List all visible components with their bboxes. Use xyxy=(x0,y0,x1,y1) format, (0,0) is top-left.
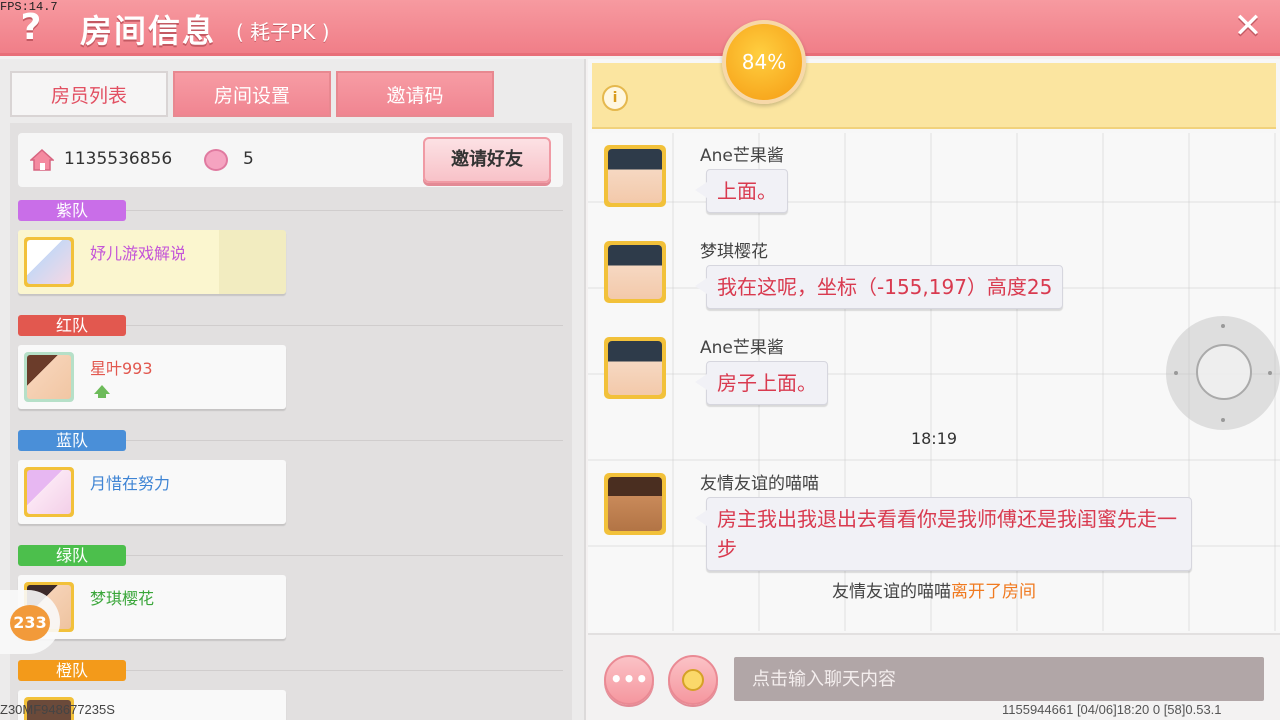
member-card[interactable]: 星叶993 xyxy=(18,345,286,409)
more-button[interactable]: ••• xyxy=(604,655,654,705)
close-button[interactable]: ✕ xyxy=(1230,8,1266,44)
member-name: 梦琪樱花 xyxy=(90,589,155,608)
message-sender: Ane芒果酱 xyxy=(700,146,784,166)
header-bar: ? 房间信息 ( 耗子PK ) ✕ xyxy=(0,0,1280,56)
player-count: 5 xyxy=(243,149,254,169)
avatar[interactable] xyxy=(604,473,666,535)
avatar xyxy=(24,352,74,402)
progress-badge: 84% xyxy=(722,20,806,104)
team-label-green: 绿队 xyxy=(18,545,126,566)
avatar xyxy=(24,467,74,517)
avatar[interactable] xyxy=(604,337,666,399)
joystick-control[interactable] xyxy=(1166,316,1280,430)
member-name: 妤儿游戏解说 xyxy=(90,244,187,263)
team-label-blue: 蓝队 xyxy=(18,430,126,451)
joystick-dot xyxy=(1221,418,1225,422)
room-id: 1135536856 xyxy=(64,149,173,169)
system-message-action: 离开了房间 xyxy=(951,582,1036,602)
joystick-dot xyxy=(1174,371,1178,375)
member-card[interactable]: 妤儿游戏解说 xyxy=(18,230,286,294)
divider xyxy=(126,670,563,671)
badge-count: 233 xyxy=(10,605,50,641)
info-icon[interactable]: i xyxy=(602,85,628,111)
room-mode-subtitle: ( 耗子PK ) xyxy=(236,20,330,44)
joystick-dot xyxy=(1268,371,1272,375)
team-label-orange: 橙队 xyxy=(18,660,126,681)
device-code: Z30MF948677235S xyxy=(0,702,115,717)
joystick-knob[interactable] xyxy=(1196,344,1252,400)
team-label-purple: 紫队 xyxy=(18,200,126,221)
chat-input[interactable] xyxy=(734,657,1264,701)
joystick-dot xyxy=(1221,324,1225,328)
players-icon xyxy=(204,149,228,171)
message-bubble: 房子上面。 xyxy=(695,361,828,405)
house-icon xyxy=(30,149,54,171)
system-message-user: 友情友谊的喵喵 xyxy=(832,582,951,602)
tab-invite-code[interactable]: 邀请码 xyxy=(336,71,494,117)
avatar xyxy=(24,237,74,287)
emoji-button[interactable] xyxy=(668,655,718,705)
member-panel: 房员列表 房间设置 邀请码 1135536856 5 邀请好友 紫队 妤儿游戏解… xyxy=(0,59,586,720)
tab-room-settings[interactable]: 房间设置 xyxy=(173,71,331,117)
tab-member-list[interactable]: 房员列表 xyxy=(10,71,168,117)
message-sender: 友情友谊的喵喵 xyxy=(700,474,819,494)
member-card[interactable]: 月惜在努力 xyxy=(18,460,286,524)
message-sender: Ane芒果酱 xyxy=(700,338,784,358)
invite-friend-button[interactable]: 邀请好友 xyxy=(423,137,551,183)
member-name: 月惜在努力 xyxy=(90,474,171,493)
message-bubble: 上面。 xyxy=(695,169,788,213)
footer-info: 1155944661 [04/06]18:20 0 [58]0.53.1 xyxy=(1002,702,1222,717)
divider xyxy=(126,555,563,556)
page-title: 房间信息 xyxy=(80,12,217,50)
avatar[interactable] xyxy=(604,241,666,303)
divider xyxy=(126,325,563,326)
divider xyxy=(126,440,563,441)
message-bubble: 房主我出我退出去看看你是我师傅还是我闺蜜先走一步 xyxy=(695,497,1192,571)
notice-bar: i xyxy=(592,63,1276,129)
house-owner-icon xyxy=(94,385,110,398)
fps-counter: FPS:14.7 xyxy=(0,0,58,14)
divider xyxy=(126,210,563,211)
room-info-bar: 1135536856 5 邀请好友 xyxy=(18,133,563,187)
emoji-icon xyxy=(682,669,704,691)
help-button[interactable]: ? xyxy=(12,8,50,48)
team-label-red: 红队 xyxy=(18,315,126,336)
avatar[interactable] xyxy=(604,145,666,207)
message-bubble: 我在这呢，坐标（-155,197）高度25 xyxy=(694,265,1064,309)
message-sender: 梦琪樱花 xyxy=(700,242,768,262)
member-name: 星叶993 xyxy=(90,359,153,378)
member-list[interactable]: 1135536856 5 邀请好友 紫队 妤儿游戏解说 红队 星叶993 蓝队 xyxy=(10,123,572,720)
system-message: 友情友谊的喵喵离开了房间 xyxy=(588,577,1280,602)
chat-timestamp: 18:19 xyxy=(910,429,958,448)
